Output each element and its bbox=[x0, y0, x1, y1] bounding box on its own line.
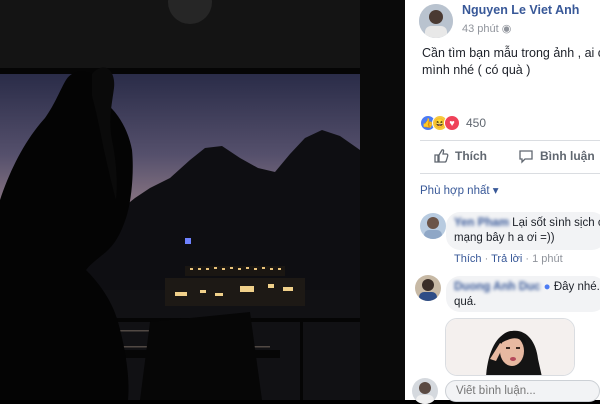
post-header: Nguyen Le Viet Anh 43 phút ◉ bbox=[405, 0, 600, 40]
comment-text: quá. bbox=[454, 296, 477, 308]
comment-line: Duong Anh Duc ● Đây nhé. K bbox=[454, 280, 600, 295]
comment-line: Yen Pham Lại sốt sình sịch cộ bbox=[454, 216, 600, 231]
divider bbox=[420, 173, 600, 174]
post-text-line: mình nhé ( có quà ) bbox=[422, 63, 531, 77]
author-name[interactable]: Nguyen Le Viet Anh bbox=[462, 3, 579, 17]
post-time[interactable]: 43 phút bbox=[462, 23, 499, 35]
current-user-avatar bbox=[412, 378, 438, 404]
comment-meta: Thích · Trả lời · 1 phút bbox=[454, 253, 563, 265]
like-label: Thích bbox=[455, 149, 487, 163]
post-text: Cần tìm bạn mẫu trong ảnh , ai có c mình… bbox=[422, 45, 600, 79]
thumbs-up-icon bbox=[434, 149, 449, 163]
globe-icon: ◉ bbox=[501, 23, 512, 35]
divider bbox=[420, 140, 600, 141]
post-photo[interactable] bbox=[0, 0, 405, 400]
reaction-count: 450 bbox=[466, 116, 487, 130]
comment-like-link[interactable]: Thích bbox=[454, 253, 482, 265]
comment-text: mạng bây h a ơi =)) bbox=[454, 232, 555, 244]
love-reaction-icon: ♥ bbox=[444, 115, 460, 131]
comment-input[interactable] bbox=[445, 380, 600, 402]
commenter-name[interactable]: Yen Pham bbox=[454, 217, 509, 229]
verified-icon: ● bbox=[543, 281, 551, 293]
author-avatar[interactable] bbox=[419, 4, 453, 38]
comment-bubble: Duong Anh Duc ● Đây nhé. K quá. bbox=[446, 276, 600, 312]
commenter-avatar[interactable] bbox=[415, 275, 441, 301]
post-text-line: Cần tìm bạn mẫu trong ảnh , ai có c bbox=[422, 46, 600, 60]
comment-text: Lại sốt sình sịch cộ bbox=[512, 217, 600, 229]
comment-icon bbox=[519, 150, 533, 164]
comment-attachment-image[interactable] bbox=[445, 318, 575, 376]
like-button[interactable]: Thích bbox=[433, 148, 487, 164]
commenter-name[interactable]: Duong Anh Duc bbox=[454, 281, 540, 293]
comment-reply-link[interactable]: Trả lời bbox=[491, 253, 522, 265]
commenter-avatar[interactable] bbox=[420, 213, 446, 239]
comment-text: Đây nhé. K bbox=[553, 281, 600, 293]
comment-filter-dropdown[interactable]: Phù hợp nhất ▾ bbox=[420, 183, 499, 197]
comment-button[interactable]: Bình luận bbox=[518, 148, 595, 164]
comment-label: Bình luận bbox=[540, 149, 595, 163]
photo-viewer[interactable] bbox=[0, 0, 405, 400]
comment-bubble: Yen Pham Lại sốt sình sịch cộ mạng bây h… bbox=[446, 212, 600, 250]
reactions-summary[interactable]: 👍 😆 ♥ 450 bbox=[420, 114, 486, 132]
post-time-row: 43 phút ◉ bbox=[462, 22, 511, 35]
comment-time[interactable]: 1 phút bbox=[532, 253, 563, 265]
